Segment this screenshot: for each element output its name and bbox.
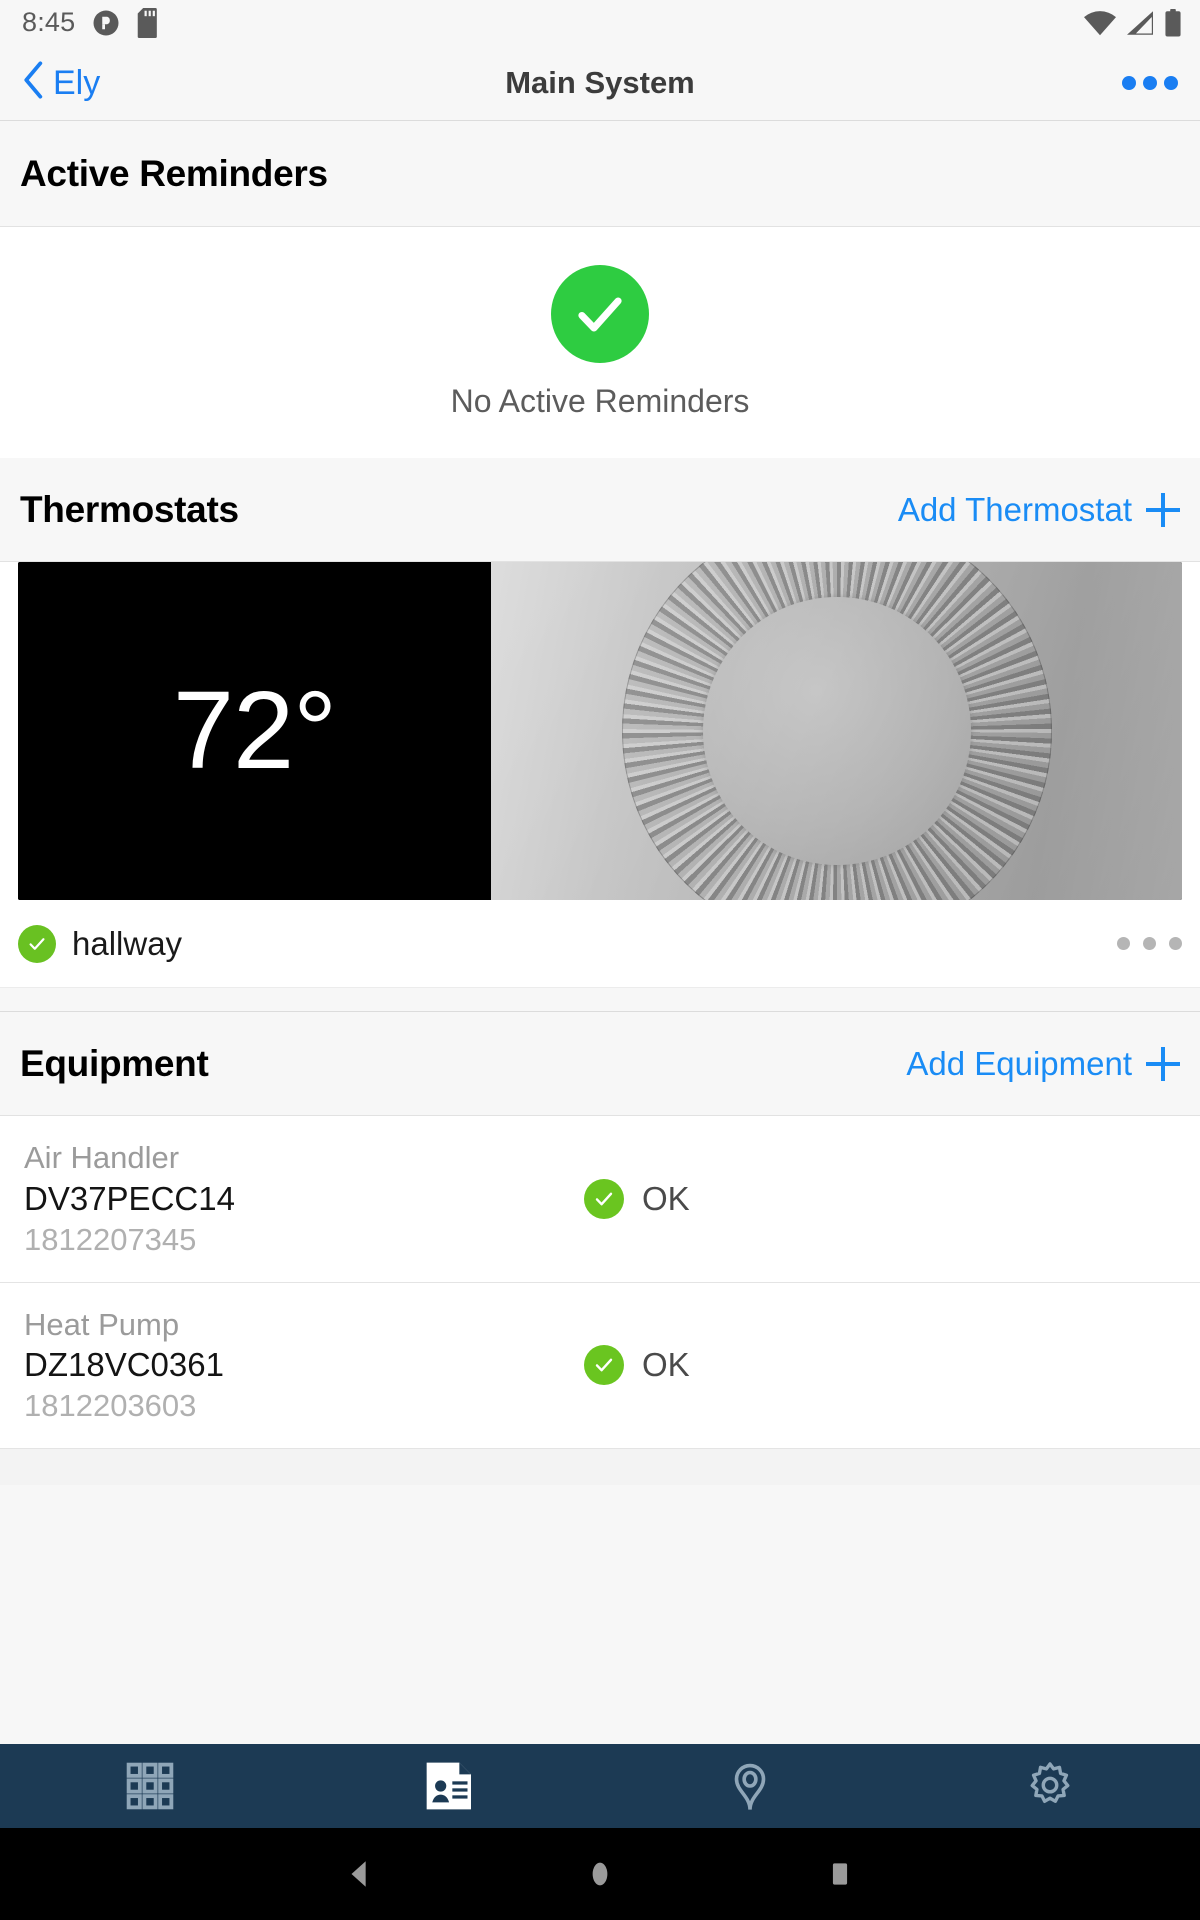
list-bottom-spacer	[0, 1449, 1200, 1486]
overflow-menu-button[interactable]	[1122, 75, 1178, 90]
check-circle-icon	[584, 1345, 624, 1386]
equipment-status-text: OK	[642, 1346, 690, 1384]
active-reminders-title: Active Reminders	[20, 152, 328, 194]
thermostat-name: hallway	[72, 924, 183, 962]
more-options-icon-dot	[1164, 75, 1178, 90]
check-circle-icon	[584, 1178, 624, 1219]
navigation-bar: Ely Main System	[0, 45, 1200, 121]
check-circle-icon	[18, 924, 56, 963]
gear-icon	[1023, 1759, 1077, 1813]
thermostat-temperature-panel: 72°	[18, 562, 491, 900]
location-pin-icon	[723, 1759, 777, 1813]
active-reminders-body: No Active Reminders	[0, 227, 1200, 458]
sd-card-icon	[137, 7, 163, 38]
status-bar-left: 8:45	[22, 7, 163, 38]
thermostat-dial-center	[702, 597, 971, 865]
equipment-header: Equipment Add Equipment	[0, 1012, 1200, 1116]
plus-icon	[1146, 1046, 1180, 1081]
back-button[interactable]: Ely	[22, 61, 100, 104]
more-options-icon-dot	[1143, 75, 1157, 90]
thermostat-name-row[interactable]: hallway	[0, 900, 1200, 988]
equipment-list: Air Handler DV37PECC14 1812207345 OK Hea…	[0, 1116, 1200, 1486]
square-recents-icon[interactable]	[823, 1857, 857, 1891]
status-bar-clock: 8:45	[22, 7, 76, 37]
page-title: Main System	[505, 64, 695, 100]
status-bar-right	[1084, 8, 1182, 37]
equipment-type: Air Handler	[24, 1140, 180, 1175]
status-badge: OK	[584, 1178, 690, 1219]
thermostat-dial-photo	[491, 562, 1182, 900]
thermostat-overflow-button[interactable]	[1117, 937, 1182, 950]
more-options-icon-dot	[1143, 937, 1156, 950]
app-screen: 8:45 Ely Main System Active Reminders No…	[0, 0, 1200, 1920]
no-reminders-text: No Active Reminders	[450, 383, 750, 419]
contact-card-icon	[422, 1758, 478, 1814]
bottom-tab-bar	[0, 1744, 1200, 1828]
tab-settings[interactable]	[900, 1744, 1200, 1828]
grid-icon	[123, 1759, 177, 1813]
tab-location[interactable]	[600, 1744, 900, 1828]
thermostats-title: Thermostats	[20, 488, 239, 530]
back-button-label: Ely	[53, 63, 101, 102]
status-badge: OK	[584, 1345, 690, 1386]
add-equipment-label: Add Equipment	[906, 1044, 1132, 1082]
section-spacer	[0, 988, 1200, 1012]
more-options-icon-dot	[1169, 937, 1182, 950]
wifi-icon	[1084, 10, 1116, 36]
do-not-disturb-icon	[91, 8, 121, 38]
equipment-info: Heat Pump DZ18VC0361 1812203603	[24, 1305, 584, 1427]
circle-home-icon[interactable]	[583, 1857, 617, 1891]
tab-grid[interactable]	[0, 1744, 300, 1828]
table-row[interactable]: Heat Pump DZ18VC0361 1812203603 OK	[0, 1282, 1200, 1450]
equipment-model: DZ18VC0361	[24, 1346, 224, 1384]
thermostats-header: Thermostats Add Thermostat	[0, 458, 1200, 562]
equipment-title: Equipment	[20, 1042, 209, 1084]
equipment-serial: 1812203603	[24, 1388, 197, 1424]
chevron-left-icon	[22, 61, 44, 104]
thermostat-list: 72° hallway	[0, 562, 1200, 1012]
thermostat-dial-ring	[621, 562, 1052, 900]
add-thermostat-button[interactable]: Add Thermostat	[898, 491, 1180, 529]
equipment-type: Heat Pump	[24, 1306, 180, 1342]
check-circle-icon	[551, 265, 649, 363]
android-system-nav	[0, 1828, 1200, 1920]
battery-icon	[1164, 8, 1182, 37]
add-thermostat-label: Add Thermostat	[897, 490, 1132, 528]
android-status-bar: 8:45	[0, 0, 1200, 45]
equipment-status-text: OK	[642, 1179, 690, 1217]
more-options-icon-dot	[1122, 75, 1136, 90]
tab-contact-card[interactable]	[300, 1744, 600, 1828]
thermostat-temperature: 72°	[172, 669, 337, 792]
table-row[interactable]: Air Handler DV37PECC14 1812207345 OK	[0, 1116, 1200, 1283]
equipment-serial: 1812207345	[24, 1221, 197, 1257]
triangle-back-icon[interactable]	[343, 1857, 377, 1891]
more-options-icon-dot	[1117, 937, 1130, 950]
active-reminders-header: Active Reminders	[0, 121, 1200, 227]
plus-icon	[1146, 492, 1180, 527]
thermostat-card[interactable]: 72°	[18, 562, 1182, 900]
equipment-model: DV37PECC14	[24, 1179, 235, 1217]
add-equipment-button[interactable]: Add Equipment	[906, 1045, 1180, 1083]
cellular-signal-icon	[1125, 10, 1155, 36]
equipment-info: Air Handler DV37PECC14 1812207345	[24, 1138, 584, 1260]
